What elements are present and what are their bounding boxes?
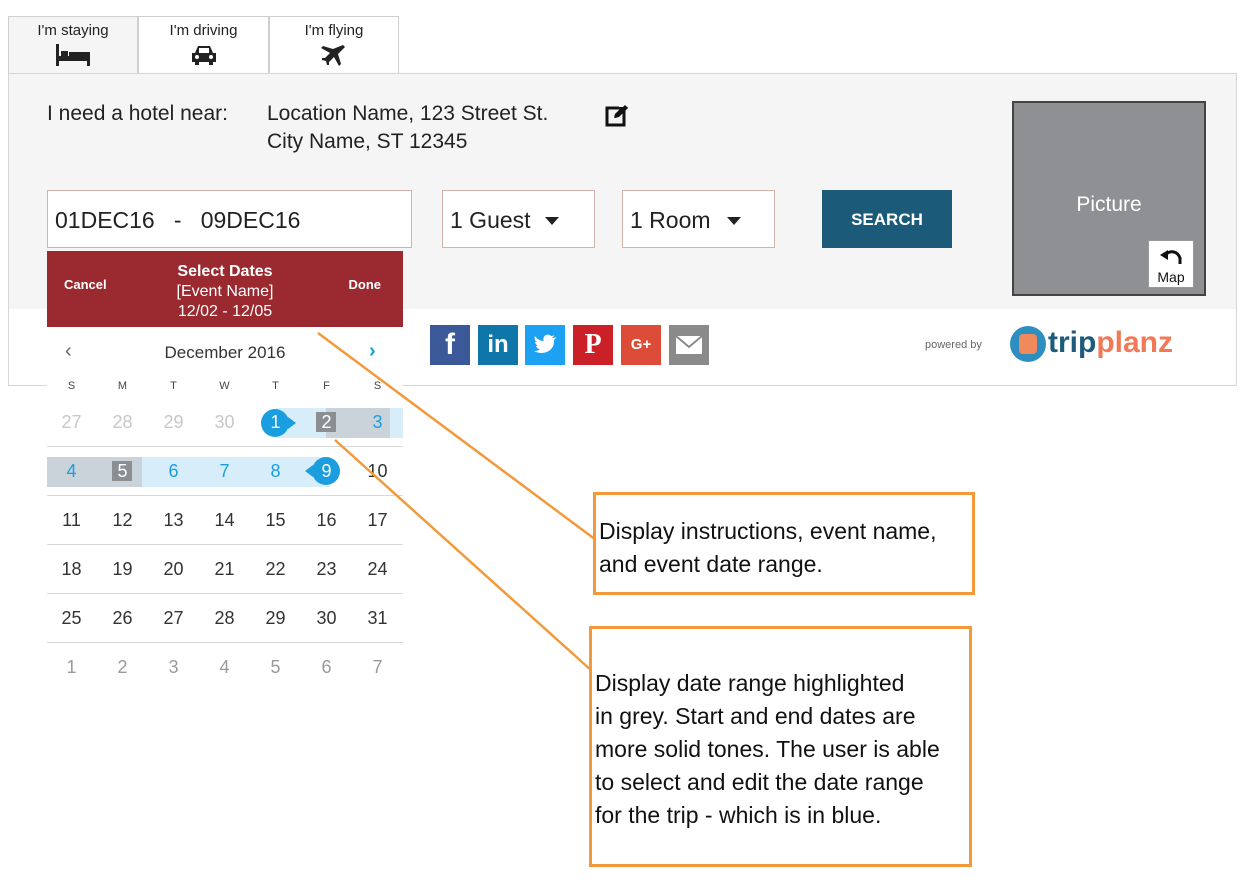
annotation-line: to select and edit the date range — [595, 769, 924, 795]
annotation-event-info: Display instructions, event name, and ev… — [593, 492, 975, 595]
annotation-connector-line — [317, 331, 597, 542]
annotation-line: and event date range. — [599, 551, 823, 577]
annotation-line: more solid tones. The user is able — [595, 736, 940, 762]
annotation-line: Display date range highlighted — [595, 670, 905, 696]
annotation-line: in grey. Start and end dates are — [595, 703, 916, 729]
annotation-line: for the trip - which is in blue. — [595, 802, 882, 828]
annotation-connector-line — [334, 439, 593, 672]
annotation-date-range: Display date range highlighted in grey. … — [589, 626, 972, 867]
annotation-line: Display instructions, event name, — [599, 518, 937, 544]
